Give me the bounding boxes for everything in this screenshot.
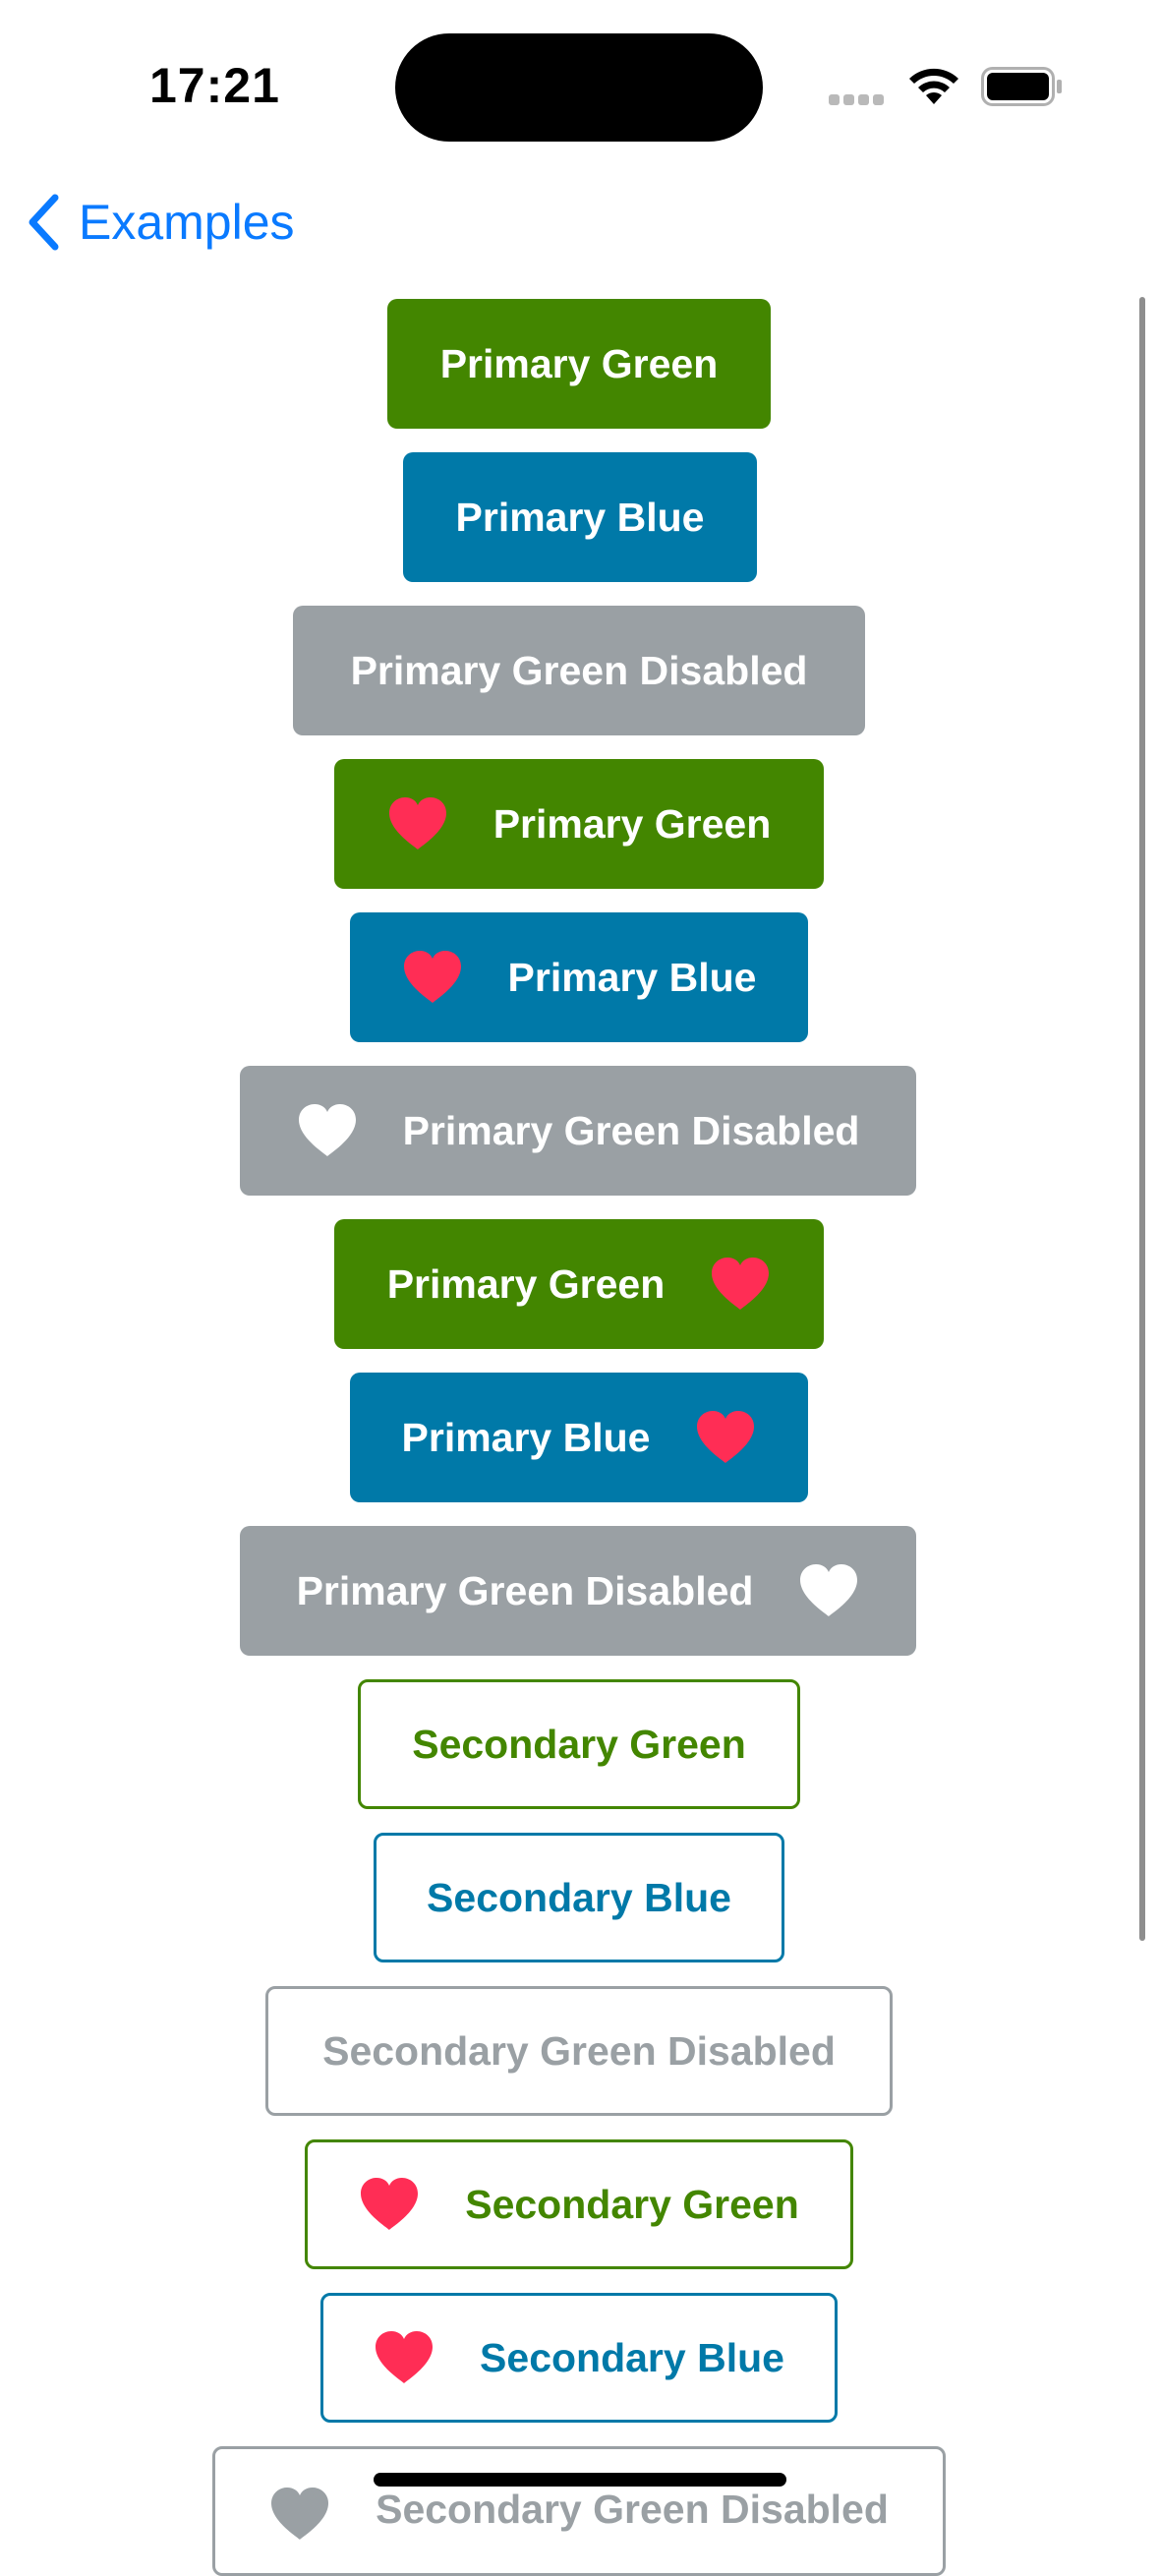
heart-icon bbox=[269, 2487, 330, 2542]
primary-green-disabled-heart-right-button: Primary Green Disabled bbox=[240, 1526, 916, 1656]
scrollbar[interactable] bbox=[1139, 297, 1145, 1941]
button-label: Secondary Green Disabled bbox=[322, 2027, 836, 2074]
primary-blue-button[interactable]: Primary Blue bbox=[403, 452, 757, 582]
button-label: Primary Blue bbox=[401, 1414, 651, 1460]
heart-icon bbox=[359, 2177, 420, 2232]
button-label: Primary Blue bbox=[507, 954, 757, 1000]
heart-icon bbox=[402, 950, 463, 1005]
secondary-blue-button[interactable]: Secondary Blue bbox=[374, 1833, 784, 1962]
button-label: Secondary Green bbox=[465, 2181, 799, 2227]
heart-icon bbox=[710, 1257, 771, 1312]
cellular-signal-icon bbox=[829, 92, 888, 110]
button-label: Primary Green bbox=[493, 800, 772, 847]
primary-blue-heart-left-button[interactable]: Primary Blue bbox=[350, 912, 808, 1042]
home-indicator[interactable] bbox=[374, 2473, 786, 2487]
button-label: Secondary Blue bbox=[427, 1874, 731, 1920]
button-label: Primary Blue bbox=[455, 494, 705, 540]
heart-icon bbox=[798, 1563, 859, 1618]
primary-green-heart-right-button[interactable]: Primary Green bbox=[334, 1219, 824, 1349]
primary-green-button[interactable]: Primary Green bbox=[387, 299, 771, 429]
heart-icon bbox=[387, 796, 448, 851]
button-label: Secondary Blue bbox=[480, 2334, 784, 2380]
button-label: Secondary Green Disabled bbox=[376, 2487, 889, 2532]
button-label: Primary Green Disabled bbox=[402, 1107, 860, 1153]
secondary-green-button[interactable]: Secondary Green bbox=[358, 1679, 800, 1809]
button-label: Secondary Green bbox=[412, 1721, 746, 1767]
primary-green-disabled-heart-left-button: Primary Green Disabled bbox=[240, 1066, 916, 1196]
back-label: Examples bbox=[79, 195, 295, 250]
heart-icon bbox=[297, 1103, 358, 1158]
secondary-blue-heart-left-button[interactable]: Secondary Blue bbox=[320, 2293, 838, 2423]
wifi-icon bbox=[909, 68, 958, 104]
primary-green-heart-left-button[interactable]: Primary Green bbox=[334, 759, 824, 889]
secondary-green-disabled-heart-left-button: Secondary Green Disabled bbox=[212, 2446, 946, 2576]
heart-icon bbox=[695, 1410, 756, 1465]
button-label: Primary Green Disabled bbox=[296, 1567, 754, 1613]
secondary-green-heart-left-button[interactable]: Secondary Green bbox=[305, 2139, 853, 2269]
status-time: 17:21 bbox=[149, 58, 280, 113]
button-label: Primary Green bbox=[386, 1260, 666, 1307]
battery-icon bbox=[981, 67, 1062, 106]
button-label: Primary Green Disabled bbox=[350, 647, 808, 693]
back-button[interactable]: Examples bbox=[26, 193, 295, 252]
chevron-left-icon bbox=[29, 194, 59, 251]
secondary-green-disabled-button: Secondary Green Disabled bbox=[265, 1986, 893, 2116]
dynamic-island bbox=[395, 33, 763, 142]
primary-blue-heart-right-button[interactable]: Primary Blue bbox=[350, 1373, 808, 1502]
button-label: Primary Green bbox=[439, 340, 719, 386]
heart-icon bbox=[374, 2330, 435, 2385]
primary-green-disabled-button: Primary Green Disabled bbox=[293, 606, 865, 735]
